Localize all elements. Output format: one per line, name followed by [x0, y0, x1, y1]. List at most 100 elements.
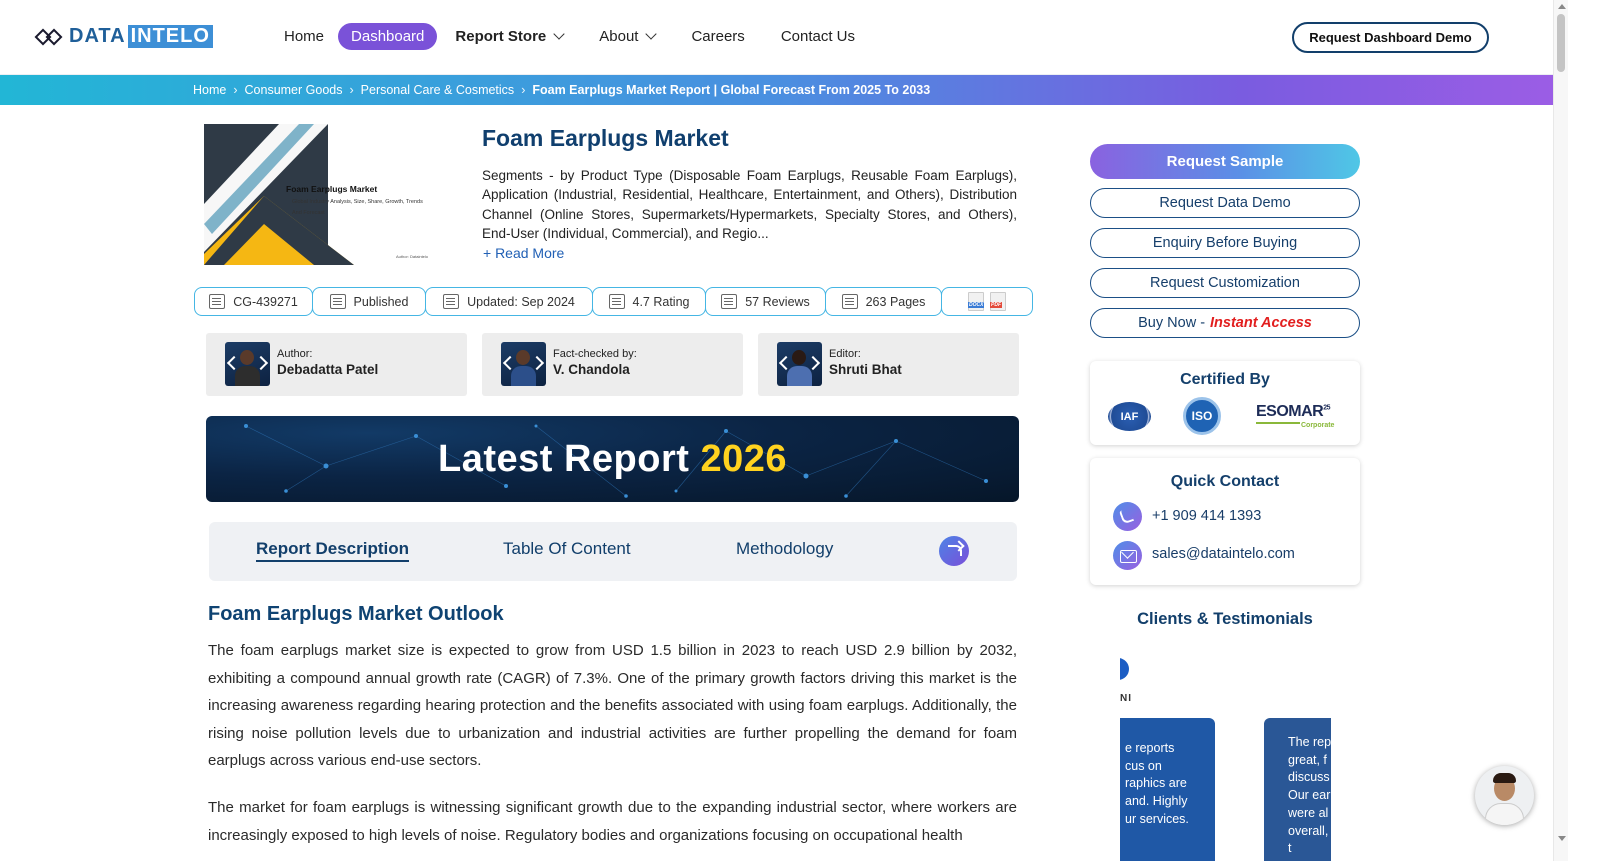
testimonial-line: ur services.: [1125, 811, 1189, 826]
quick-contact-card: Quick Contact +1 909 414 1393 sales@data…: [1090, 458, 1360, 585]
nav-report-store[interactable]: Report Store: [455, 23, 565, 50]
chevron-right-icon: ›: [521, 83, 526, 97]
meta-status-text: Published: [353, 294, 409, 309]
latest-report-banner[interactable]: Latest Report 2026: [206, 416, 1019, 502]
breadcrumb-consumer-goods[interactable]: Consumer Goods: [245, 83, 343, 97]
cover-graphic: [204, 124, 354, 265]
nav-report-store-label: Report Store: [455, 28, 547, 45]
contact-phone[interactable]: +1 909 414 1393: [1152, 508, 1261, 524]
meta-rating-text: 4.7 Rating: [632, 294, 690, 309]
report-tabs: Report Description Table Of Content Meth…: [209, 522, 1017, 581]
fact-checker-card: Fact-checked by: V. Chandola: [482, 333, 743, 396]
meta-reviews-text: 57 Reviews: [745, 294, 810, 309]
nav-home[interactable]: Home: [284, 23, 324, 50]
certified-by-card: Certified By IAF ISO ESOMAR25 Corporate: [1090, 361, 1360, 445]
author-name: Debadatta Patel: [277, 362, 379, 377]
chat-support-avatar[interactable]: [1475, 766, 1534, 825]
cover-title: Foam Earplugs Market: [286, 184, 378, 194]
testimonials-carousel[interactable]: NI e reports cus on raphics are and. Hig…: [1120, 648, 1331, 861]
testimonial-card: e reports cus on raphics are and. Highly…: [1120, 718, 1215, 861]
contact-email[interactable]: sales@dataintelo.com: [1152, 546, 1295, 562]
testimonial-line: raphics are: [1125, 776, 1187, 791]
testimonial-line: The rep: [1288, 735, 1331, 749]
request-data-demo-button[interactable]: Request Data Demo: [1090, 188, 1360, 218]
request-customization-button[interactable]: Request Customization: [1090, 268, 1360, 298]
dataintelo-logo[interactable]: DATA INTELO: [34, 25, 213, 48]
meta-report-id: CG-439271: [194, 287, 313, 316]
phone-icon: [1113, 502, 1142, 531]
pdf-label: PDF: [990, 302, 1002, 308]
testimonial-line: were al: [1288, 805, 1329, 820]
testimonial-line: discuss: [1288, 770, 1330, 785]
meta-reviews: 57 Reviews: [705, 287, 826, 316]
instant-access-label: Instant Access: [1210, 315, 1312, 331]
read-more-link[interactable]: + Read More: [483, 245, 564, 261]
docx-file-icon[interactable]: DOCX: [968, 292, 985, 311]
nav-dashboard[interactable]: Dashboard: [338, 23, 438, 50]
nav-careers[interactable]: Careers: [691, 23, 744, 50]
breadcrumb-personal-care[interactable]: Personal Care & Cosmetics: [361, 83, 515, 97]
meta-updated: Updated: Sep 2024: [425, 287, 593, 316]
reviews-icon: [721, 294, 738, 309]
nav-contact-us[interactable]: Contact Us: [781, 23, 855, 50]
rating-icon: [608, 294, 625, 309]
testimonial-line: e reports: [1125, 741, 1175, 755]
page-scrollbar[interactable]: [1553, 0, 1568, 861]
cover-subtitle: Global Industry Analysis, Size, Share, G…: [292, 199, 423, 216]
esomar-logo: ESOMAR25: [1256, 403, 1331, 421]
client-logo: [1120, 658, 1129, 680]
fact-checker-role: Fact-checked by:: [553, 348, 637, 360]
editor-role: Editor:: [829, 348, 861, 360]
scroll-down-icon[interactable]: [1558, 836, 1566, 841]
nav-about[interactable]: About: [599, 23, 658, 50]
document-icon: [841, 294, 858, 309]
certified-by-title: Certified By: [1180, 371, 1270, 388]
scrollbar-thumb[interactable]: [1557, 14, 1565, 72]
request-sample-button[interactable]: Request Sample: [1090, 144, 1360, 179]
testimonial-line: overall,: [1288, 823, 1329, 838]
meta-pages: 263 Pages: [825, 287, 942, 316]
share-icon[interactable]: [939, 536, 969, 566]
iso-logo: ISO: [1183, 397, 1221, 435]
scroll-up-icon[interactable]: [1558, 4, 1566, 9]
author-role: Author:: [277, 348, 313, 360]
banner-title: Latest Report: [437, 437, 690, 480]
iaf-logo: IAF: [1108, 402, 1151, 431]
buy-now-button[interactable]: Buy Now - Instant Access: [1090, 308, 1360, 338]
testimonial-line: t: [1288, 841, 1292, 856]
esomar-sup: 25: [1323, 404, 1331, 412]
editor-avatar: [777, 342, 822, 386]
meta-pages-text: 263 Pages: [865, 294, 926, 309]
banner-text: Latest Report 2026: [438, 438, 787, 481]
docx-label: DOCX: [968, 302, 985, 308]
pdf-file-icon[interactable]: PDF: [990, 292, 1006, 311]
outlook-heading: Foam Earplugs Market Outlook: [208, 603, 504, 625]
editor-name: Shruti Bhat: [829, 362, 902, 377]
breadcrumb-current: Foam Earplugs Market Report | Global For…: [532, 83, 931, 97]
meta-updated-text: Updated: Sep 2024: [467, 294, 575, 309]
breadcrumb-home[interactable]: Home: [193, 83, 226, 97]
meta-id-text: CG-439271: [233, 294, 298, 309]
testimonial-line: Our ear: [1288, 788, 1331, 803]
meta-status: Published: [312, 287, 426, 316]
tab-table-of-content[interactable]: Table Of Content: [503, 539, 631, 559]
report-cover-image: Foam Earplugs Market Global Industry Ana…: [204, 124, 453, 265]
calendar-icon: [329, 294, 346, 309]
tab-methodology[interactable]: Methodology: [736, 539, 833, 559]
editor-card: Editor: Shruti Bhat: [758, 333, 1019, 396]
logo-text-data: DATA: [69, 25, 126, 47]
outlook-paragraph-2: The market for foam earplugs is witnessi…: [208, 799, 1017, 844]
quick-contact-title: Quick Contact: [1170, 473, 1280, 490]
fact-checker-name: V. Chandola: [553, 362, 630, 377]
testimonial-card: The rep great, f discuss Our ear were al…: [1264, 718, 1331, 861]
request-dashboard-demo-button[interactable]: Request Dashboard Demo: [1292, 22, 1489, 53]
testimonial-line: great, f: [1288, 752, 1327, 767]
tab-report-description[interactable]: Report Description: [256, 539, 410, 562]
report-title: Foam Earplugs Market: [482, 125, 729, 151]
fact-checker-avatar: [501, 342, 546, 386]
esomar-underline: [1256, 422, 1300, 424]
enquiry-before-buying-button[interactable]: Enquiry Before Buying: [1090, 228, 1360, 258]
breadcrumb: Home › Consumer Goods › Personal Care & …: [0, 75, 1553, 105]
client-label: NI: [1120, 693, 1132, 704]
meta-formats: DOCX PDF: [941, 287, 1033, 316]
